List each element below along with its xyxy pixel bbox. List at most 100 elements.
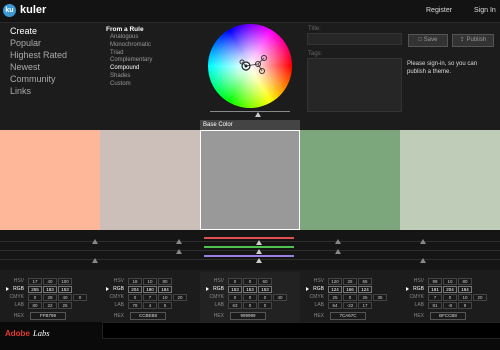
rule-item-custom[interactable]: Custom bbox=[106, 81, 152, 89]
lab-label[interactable]: LAB bbox=[4, 302, 24, 308]
lab-label[interactable]: LAB bbox=[204, 302, 224, 308]
cmyk-value-field[interactable]: 0 bbox=[128, 294, 142, 301]
brightness-slider-handle[interactable] bbox=[255, 112, 261, 117]
nav-item-community[interactable]: Community bbox=[10, 73, 67, 85]
save-button[interactable]: □ Save bbox=[408, 34, 448, 47]
red-channel-slider[interactable] bbox=[204, 237, 294, 239]
rgb-value-field[interactable]: 166 bbox=[343, 286, 357, 293]
hsv-value-field[interactable]: 80 bbox=[158, 278, 172, 285]
rgb-value-field[interactable]: 255 bbox=[28, 286, 42, 293]
tags-input[interactable] bbox=[307, 58, 402, 112]
hsv-value-field[interactable]: 25 bbox=[343, 278, 357, 285]
color-swatch-4[interactable] bbox=[300, 130, 400, 230]
rgb-label[interactable]: RGB bbox=[4, 286, 24, 292]
hsv-value-field[interactable]: 65 bbox=[358, 278, 372, 285]
lab-value-field[interactable]: 64 bbox=[328, 302, 342, 309]
hex-value-field[interactable]: 999999 bbox=[230, 312, 266, 320]
slider-handle[interactable] bbox=[92, 239, 98, 244]
green-slider-handle[interactable] bbox=[256, 249, 262, 254]
lab-value-field[interactable]: -22 bbox=[343, 302, 357, 309]
rule-item-shades[interactable]: Shades bbox=[106, 73, 152, 81]
hsv-label[interactable]: HSV bbox=[404, 278, 424, 284]
hsv-value-field[interactable]: 100 bbox=[58, 278, 72, 285]
nav-item-popular[interactable]: Popular bbox=[10, 37, 67, 49]
slider-handle[interactable] bbox=[176, 249, 182, 254]
color-swatch-1[interactable] bbox=[0, 130, 100, 230]
lab-value-field[interactable]: 0 bbox=[243, 302, 257, 309]
brightness-slider-track[interactable] bbox=[210, 111, 290, 112]
rgb-value-field[interactable]: 153 bbox=[228, 286, 242, 293]
hsv-value-field[interactable]: 17 bbox=[28, 278, 42, 285]
lab-label[interactable]: LAB bbox=[404, 302, 424, 308]
hsv-label[interactable]: HSV bbox=[104, 278, 124, 284]
rgb-value-field[interactable]: 183 bbox=[43, 286, 57, 293]
green-channel-slider[interactable] bbox=[204, 246, 294, 248]
cmyk-value-field[interactable]: 7 bbox=[143, 294, 157, 301]
cmyk-value-field[interactable]: 40 bbox=[58, 294, 72, 301]
hsv-value-field[interactable]: 10 bbox=[143, 278, 157, 285]
rgb-value-field[interactable]: 184 bbox=[158, 286, 172, 293]
lab-value-field[interactable]: 4 bbox=[143, 302, 157, 309]
hex-value-field[interactable]: FFB799 bbox=[30, 312, 66, 320]
lab-value-field[interactable]: 5 bbox=[158, 302, 172, 309]
cmyk-value-field[interactable]: 25 bbox=[328, 294, 342, 301]
rgb-value-field[interactable]: 190 bbox=[143, 286, 157, 293]
lab-value-field[interactable]: 25 bbox=[58, 302, 72, 309]
slider-handle[interactable] bbox=[420, 258, 426, 263]
rgb-label[interactable]: RGB bbox=[204, 286, 224, 292]
cmyk-value-field[interactable]: 40 bbox=[273, 294, 287, 301]
cmyk-value-field[interactable]: 10 bbox=[158, 294, 172, 301]
mixer-track[interactable] bbox=[0, 250, 500, 251]
rule-item-monochromatic[interactable]: Monochromatic bbox=[106, 42, 152, 50]
rule-item-triad[interactable]: Triad bbox=[106, 50, 152, 58]
rgb-value-field[interactable]: 191 bbox=[428, 286, 442, 293]
lab-value-field[interactable]: 81 bbox=[428, 302, 442, 309]
hsv-label[interactable]: HSV bbox=[304, 278, 324, 284]
hex-value-field[interactable]: BFCCB8 bbox=[430, 312, 466, 320]
hsv-value-field[interactable]: 99 bbox=[428, 278, 442, 285]
sign-in-link[interactable]: Sign In bbox=[474, 7, 496, 14]
cmyk-label[interactable]: CMYK bbox=[304, 294, 324, 300]
cmyk-label[interactable]: CMYK bbox=[204, 294, 224, 300]
lab-value-field[interactable]: 9 bbox=[458, 302, 472, 309]
slider-handle[interactable] bbox=[92, 258, 98, 263]
color-swatch-2[interactable] bbox=[100, 130, 200, 230]
lab-value-field[interactable]: 0 bbox=[258, 302, 272, 309]
red-slider-handle[interactable] bbox=[256, 240, 262, 245]
cmyk-value-field[interactable]: 0 bbox=[343, 294, 357, 301]
hsv-value-field[interactable]: 60 bbox=[258, 278, 272, 285]
publish-button[interactable]: ⇪ Publish bbox=[452, 34, 494, 47]
slider-handle[interactable] bbox=[176, 239, 182, 244]
cmyk-value-field[interactable]: 25 bbox=[358, 294, 372, 301]
cmyk-value-field[interactable]: 7 bbox=[428, 294, 442, 301]
rule-item-analogous[interactable]: Analogous bbox=[106, 34, 152, 42]
nav-item-links[interactable]: Links bbox=[10, 85, 67, 97]
cmyk-label[interactable]: CMYK bbox=[404, 294, 424, 300]
cmyk-value-field[interactable]: 20 bbox=[473, 294, 487, 301]
lab-value-field[interactable]: 78 bbox=[128, 302, 142, 309]
hsv-value-field[interactable]: 40 bbox=[43, 278, 57, 285]
rgb-label[interactable]: RGB bbox=[404, 286, 424, 292]
lab-value-field[interactable]: 63 bbox=[228, 302, 242, 309]
rgb-value-field[interactable]: 204 bbox=[128, 286, 142, 293]
nav-item-highest-rated[interactable]: Highest Rated bbox=[10, 49, 67, 61]
hex-value-field[interactable]: 7CA67C bbox=[330, 312, 366, 320]
cmyk-value-field[interactable]: 28 bbox=[43, 294, 57, 301]
slider-handle[interactable] bbox=[420, 239, 426, 244]
rgb-value-field[interactable]: 153 bbox=[243, 286, 257, 293]
hsv-value-field[interactable]: 120 bbox=[328, 278, 342, 285]
hsv-value-field[interactable]: 18 bbox=[128, 278, 142, 285]
rgb-value-field[interactable]: 124 bbox=[328, 286, 342, 293]
rgb-value-field[interactable]: 153 bbox=[258, 286, 272, 293]
cmyk-value-field[interactable]: 10 bbox=[458, 294, 472, 301]
cmyk-value-field[interactable]: 0 bbox=[243, 294, 257, 301]
cmyk-value-field[interactable]: 0 bbox=[258, 294, 272, 301]
color-swatch-3-base[interactable] bbox=[200, 130, 300, 230]
rgb-label[interactable]: RGB bbox=[104, 286, 124, 292]
rgb-value-field[interactable]: 153 bbox=[58, 286, 72, 293]
adobe-logo[interactable]: Adobe bbox=[5, 329, 30, 338]
cmyk-value-field[interactable]: 35 bbox=[373, 294, 387, 301]
color-wheel[interactable] bbox=[208, 24, 292, 108]
lab-value-field[interactable]: -8 bbox=[443, 302, 457, 309]
blue-channel-slider[interactable] bbox=[204, 255, 294, 257]
